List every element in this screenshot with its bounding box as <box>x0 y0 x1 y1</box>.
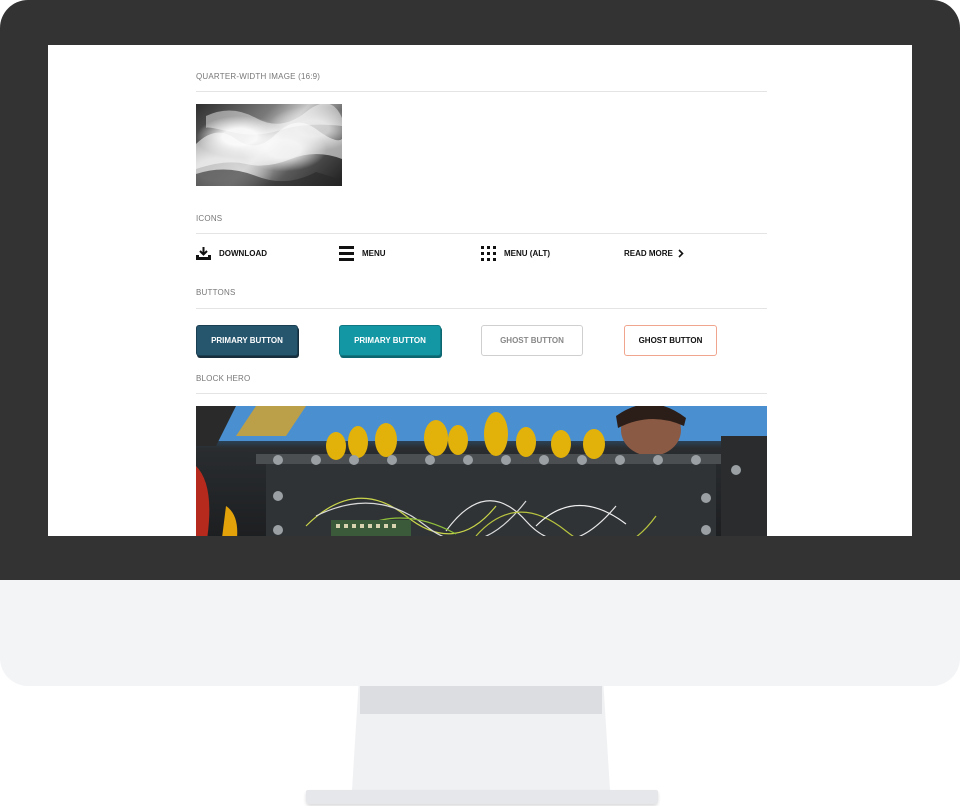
section-heading-buttons: BUTTONS <box>196 288 236 297</box>
chevron-right-icon <box>678 248 684 258</box>
electronics-hero-image <box>196 406 767 536</box>
divider <box>196 91 767 92</box>
download-link[interactable]: DOWNLOAD <box>196 246 267 260</box>
grid-menu-icon <box>481 245 496 261</box>
ghost-button-orange[interactable]: GHOST BUTTON <box>624 325 717 356</box>
quarter-width-image <box>196 103 342 186</box>
water-rapids-image <box>196 103 342 186</box>
monitor-chin <box>0 580 960 686</box>
download-label: DOWNLOAD <box>219 248 267 258</box>
monitor-stand-base <box>306 790 658 804</box>
menu-alt-link[interactable]: MENU (ALT) <box>481 245 551 261</box>
menu-alt-label: MENU (ALT) <box>504 248 551 258</box>
screen: QUARTER-WIDTH IMAGE (16:9) ICONS DOWNLOA… <box>48 45 912 536</box>
divider <box>196 393 767 394</box>
divider <box>196 233 767 234</box>
menu-icon <box>339 245 354 261</box>
block-hero-image <box>196 406 767 536</box>
monitor-stand-shadow <box>360 686 602 714</box>
section-heading-hero: BLOCK HERO <box>196 374 251 383</box>
menu-link[interactable]: MENU <box>339 245 386 261</box>
download-icon <box>196 246 211 260</box>
section-heading-icons: ICONS <box>196 214 223 223</box>
ghost-button-grey[interactable]: GHOST BUTTON <box>481 325 583 356</box>
read-more-label: READ MORE <box>624 248 673 258</box>
primary-button-teal[interactable]: PRIMARY BUTTON <box>339 325 441 356</box>
primary-button-dark[interactable]: PRIMARY BUTTON <box>196 325 298 356</box>
section-heading-image: QUARTER-WIDTH IMAGE (16:9) <box>196 72 321 81</box>
divider <box>196 308 767 309</box>
menu-label: MENU <box>362 248 386 258</box>
read-more-link[interactable]: READ MORE <box>624 246 684 260</box>
